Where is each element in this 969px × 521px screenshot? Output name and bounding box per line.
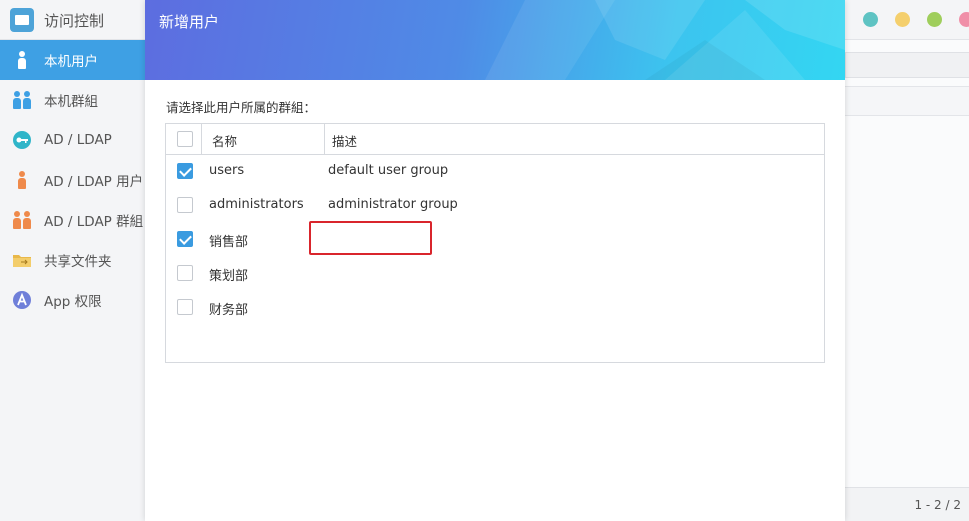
key-icon bbox=[12, 130, 32, 150]
row-checkbox[interactable] bbox=[177, 231, 193, 247]
sidebar-item-local-groups[interactable]: 本机群組 bbox=[0, 80, 145, 120]
sidebar-item-ad-ldap-groups[interactable]: AD / LDAP 群組 bbox=[0, 200, 145, 240]
pagination-info: 1 - 2 / 2 bbox=[914, 498, 961, 512]
group-name: administrators bbox=[209, 197, 304, 212]
table-row[interactable]: administrators administrator group bbox=[166, 189, 824, 223]
group-description: administrator group bbox=[328, 197, 458, 212]
app-title: 访问控制 bbox=[44, 12, 105, 30]
app-icon bbox=[12, 290, 32, 310]
sidebar-item-label: App 权限 bbox=[44, 294, 102, 310]
user-icon bbox=[12, 50, 32, 70]
sidebar-item-label: 本机群組 bbox=[44, 94, 98, 110]
sidebar-item-label: AD / LDAP 用户 bbox=[44, 174, 144, 190]
highlight-annotation bbox=[309, 221, 432, 255]
ldap-group-icon bbox=[12, 210, 32, 230]
group-name: users bbox=[209, 163, 245, 178]
row-checkbox[interactable] bbox=[177, 299, 193, 315]
row-checkbox[interactable] bbox=[177, 163, 193, 179]
add-user-dialog: 新增用户 请选择此用户所属的群組： 名称 描述 users default us… bbox=[145, 0, 845, 521]
table-row[interactable]: 销售部 bbox=[166, 223, 824, 257]
table-row[interactable]: users default user group bbox=[166, 155, 824, 189]
header-checkbox-cell bbox=[166, 124, 202, 154]
user-list-header bbox=[845, 86, 969, 116]
sidebar-item-shared-folders[interactable]: 共享文件夹 bbox=[0, 240, 145, 280]
column-header-name[interactable]: 名称 bbox=[202, 124, 325, 154]
table-header: 名称 描述 bbox=[166, 124, 824, 155]
user-list-footer: 1 - 2 / 2 bbox=[845, 487, 969, 521]
header-decoration bbox=[485, 0, 845, 80]
sidebar: 本机用户 本机群組 AD / LDAP AD / LDAP 用户 AD / LD… bbox=[0, 40, 145, 521]
row-checkbox[interactable] bbox=[177, 265, 193, 281]
sidebar-item-label: AD / LDAP bbox=[44, 132, 112, 148]
table-row[interactable]: 策划部 bbox=[166, 257, 824, 291]
window-control-teal[interactable] bbox=[863, 12, 878, 27]
group-name: 销售部 bbox=[209, 235, 249, 250]
sidebar-item-local-users[interactable]: 本机用户 bbox=[0, 40, 145, 80]
window-control-yellow[interactable] bbox=[895, 12, 910, 27]
column-header-description[interactable]: 描述 bbox=[326, 124, 357, 154]
access-control-icon bbox=[10, 8, 34, 32]
window-control-green[interactable] bbox=[927, 12, 942, 27]
sidebar-item-ad-ldap-users[interactable]: AD / LDAP 用户 bbox=[0, 160, 145, 200]
table-row[interactable]: 财务部 bbox=[166, 291, 824, 325]
search-input[interactable] bbox=[845, 52, 969, 78]
group-icon bbox=[12, 90, 32, 110]
sidebar-item-label: 本机用户 bbox=[44, 54, 98, 70]
group-description: default user group bbox=[328, 163, 449, 178]
folder-icon bbox=[12, 250, 32, 270]
dialog-title: 新增用户 bbox=[159, 13, 220, 31]
group-name: 策划部 bbox=[209, 269, 249, 284]
ldap-user-icon bbox=[12, 170, 32, 190]
group-name: 财务部 bbox=[209, 303, 249, 318]
row-checkbox[interactable] bbox=[177, 197, 193, 213]
window-control-pink[interactable] bbox=[959, 12, 969, 27]
group-select-prompt: 请选择此用户所属的群組： bbox=[166, 100, 317, 115]
sidebar-item-label: AD / LDAP 群組 bbox=[44, 214, 144, 230]
sidebar-item-app-permissions[interactable]: App 权限 bbox=[0, 280, 145, 320]
sidebar-item-ad-ldap[interactable]: AD / LDAP bbox=[0, 120, 145, 160]
select-all-checkbox[interactable] bbox=[177, 131, 193, 147]
group-table: 名称 描述 users default user group administr… bbox=[165, 123, 825, 363]
dialog-header: 新增用户 bbox=[145, 0, 845, 80]
sidebar-item-label: 共享文件夹 bbox=[44, 254, 112, 270]
